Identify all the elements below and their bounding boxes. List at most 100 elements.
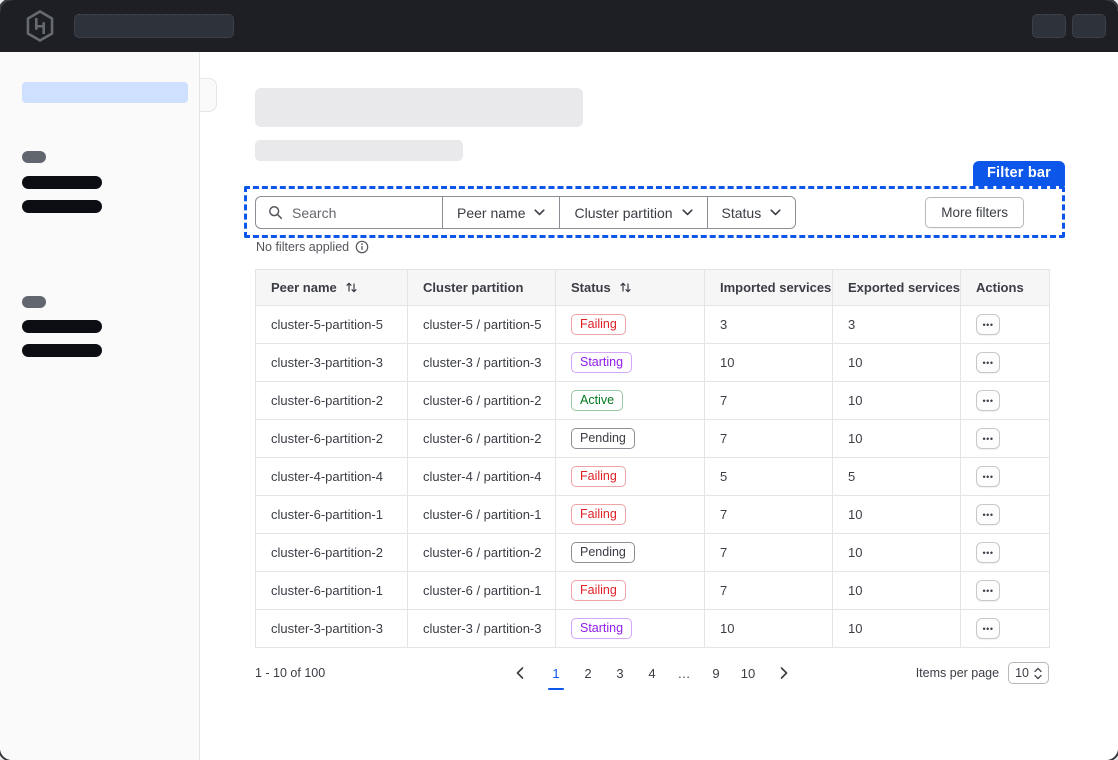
app-window: Filter bar	[0, 0, 1118, 760]
cell-actions: •••	[961, 344, 1050, 382]
pagination-next-button[interactable]	[773, 661, 795, 685]
items-per-page-select[interactable]: 10	[1008, 662, 1049, 684]
cell-actions: •••	[961, 610, 1050, 648]
cell-peer-name: cluster-6-partition-2	[256, 534, 408, 572]
info-icon[interactable]	[355, 240, 369, 254]
column-header-status[interactable]: Status	[556, 270, 705, 306]
cell-status: Failing	[556, 306, 705, 344]
table-row: cluster-6-partition-2 cluster-6 / partit…	[256, 382, 1050, 420]
cell-cluster-partition: cluster-3 / partition-3	[408, 610, 556, 648]
peers-table: Peer name Cluster partition	[255, 269, 1050, 648]
cell-exported-services: 10	[833, 344, 961, 382]
cell-exported-services: 10	[833, 572, 961, 610]
nav-button-skeleton-1[interactable]	[1032, 14, 1066, 38]
cell-peer-name: cluster-6-partition-2	[256, 420, 408, 458]
pagination-page-button[interactable]: 1	[545, 661, 567, 685]
column-header-cluster-partition[interactable]: Cluster partition	[408, 270, 556, 306]
search-input[interactable]	[292, 205, 412, 221]
cell-imported-services: 7	[705, 572, 833, 610]
page-subtitle-skeleton	[255, 140, 463, 161]
nav-right-group	[1032, 14, 1106, 38]
sort-icon[interactable]	[345, 281, 358, 294]
nav-search-skeleton[interactable]	[74, 14, 234, 38]
peer-name-filter-dropdown[interactable]: Peer name	[442, 197, 559, 228]
items-per-page: Items per page 10	[916, 662, 1049, 684]
row-overflow-menu-button[interactable]: •••	[976, 466, 1000, 487]
filter-bar-annotation-label: Filter bar	[973, 161, 1065, 186]
table-row: cluster-3-partition-3 cluster-3 / partit…	[256, 344, 1050, 382]
sidebar-item-skeleton-3[interactable]	[22, 320, 102, 333]
pagination-page-button[interactable]: 4	[641, 661, 663, 685]
body-row: Filter bar	[0, 52, 1118, 760]
ellipsis-icon: •••	[983, 510, 994, 520]
cell-imported-services: 7	[705, 496, 833, 534]
table-body: cluster-5-partition-5 cluster-5 / partit…	[256, 306, 1050, 648]
pagination-page-button[interactable]: 9	[705, 661, 727, 685]
sidebar	[0, 52, 200, 760]
cluster-partition-filter-dropdown[interactable]: Cluster partition	[559, 197, 706, 228]
pagination-page-button[interactable]: 3	[609, 661, 631, 685]
pagination-pages: 1 2 3 4 … 9 10	[545, 661, 759, 685]
column-header-imported-services[interactable]: Imported services	[705, 270, 833, 306]
sidebar-collapse-handle[interactable]	[200, 78, 217, 112]
cell-cluster-partition: cluster-6 / partition-1	[408, 496, 556, 534]
sidebar-active-item-skeleton[interactable]	[22, 82, 188, 103]
row-overflow-menu-button[interactable]: •••	[976, 580, 1000, 601]
row-overflow-menu-button[interactable]: •••	[976, 504, 1000, 525]
pagination-prev-button[interactable]	[509, 661, 531, 685]
cell-status: Starting	[556, 610, 705, 648]
chevron-down-icon	[534, 209, 545, 216]
page-title-skeleton	[255, 88, 583, 127]
cell-actions: •••	[961, 496, 1050, 534]
pagination-page-button[interactable]: 10	[737, 661, 759, 685]
up-down-stepper-icon	[1034, 667, 1042, 680]
row-overflow-menu-button[interactable]: •••	[976, 314, 1000, 335]
cell-peer-name: cluster-6-partition-1	[256, 572, 408, 610]
cell-status: Failing	[556, 496, 705, 534]
row-overflow-menu-button[interactable]: •••	[976, 428, 1000, 449]
cell-status: Pending	[556, 534, 705, 572]
status-filter-dropdown[interactable]: Status	[707, 197, 796, 228]
status-badge: Failing	[571, 466, 626, 487]
row-overflow-menu-button[interactable]: •••	[976, 352, 1000, 373]
cell-actions: •••	[961, 534, 1050, 572]
filter-bar-annotation-zone: Filter bar	[244, 186, 1065, 238]
table-row: cluster-4-partition-4 cluster-4 / partit…	[256, 458, 1050, 496]
pagination-page-button[interactable]: 2	[577, 661, 599, 685]
cell-peer-name: cluster-6-partition-2	[256, 382, 408, 420]
filter-bar: Peer name Cluster partition	[255, 196, 1054, 229]
status-badge: Failing	[571, 504, 626, 525]
cell-actions: •••	[961, 420, 1050, 458]
status-badge: Pending	[571, 542, 635, 563]
chevron-down-icon	[682, 209, 693, 216]
cell-imported-services: 10	[705, 344, 833, 382]
status-badge: Starting	[571, 352, 632, 373]
search-field[interactable]	[256, 197, 442, 228]
status-badge: Pending	[571, 428, 635, 449]
sort-icon[interactable]	[619, 281, 632, 294]
column-header-exported-services[interactable]: Exported services	[833, 270, 961, 306]
sidebar-item-skeleton-4[interactable]	[22, 344, 102, 357]
cell-imported-services: 7	[705, 534, 833, 572]
pagination-page-button[interactable]: …	[673, 661, 695, 685]
cell-actions: •••	[961, 382, 1050, 420]
row-overflow-menu-button[interactable]: •••	[976, 542, 1000, 563]
sidebar-item-skeleton-1[interactable]	[22, 176, 102, 189]
status-badge: Active	[571, 390, 623, 411]
row-overflow-menu-button[interactable]: •••	[976, 390, 1000, 411]
cell-status: Failing	[556, 458, 705, 496]
more-filters-button[interactable]: More filters	[925, 197, 1024, 228]
ellipsis-icon: •••	[983, 396, 994, 406]
table-header: Peer name Cluster partition	[256, 270, 1050, 306]
row-overflow-menu-button[interactable]: •••	[976, 618, 1000, 639]
column-header-peer-name[interactable]: Peer name	[256, 270, 408, 306]
cell-exported-services: 10	[833, 610, 961, 648]
cell-imported-services: 10	[705, 610, 833, 648]
filter-control-group: Peer name Cluster partition	[255, 196, 796, 229]
nav-button-skeleton-2[interactable]	[1072, 14, 1106, 38]
cell-exported-services: 10	[833, 382, 961, 420]
chevron-left-icon	[516, 667, 524, 679]
cell-cluster-partition: cluster-5 / partition-5	[408, 306, 556, 344]
ellipsis-icon: •••	[983, 586, 994, 596]
sidebar-item-skeleton-2[interactable]	[22, 200, 102, 213]
